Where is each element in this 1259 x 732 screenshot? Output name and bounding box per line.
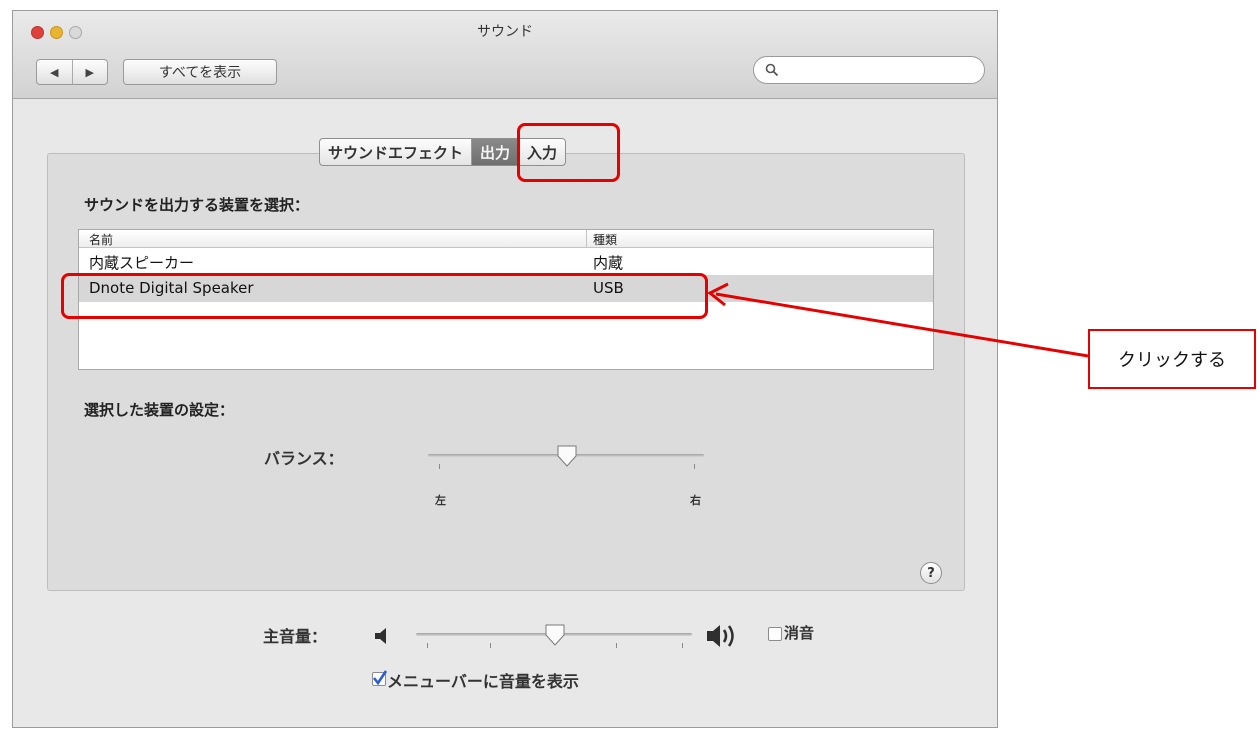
balance-slider[interactable] (428, 444, 704, 484)
device-row-builtin[interactable]: 内蔵スピーカー 内蔵 (79, 248, 933, 275)
tab-highlight-box (517, 123, 620, 182)
forward-button[interactable]: ▶ (71, 60, 108, 84)
search-field[interactable] (753, 56, 985, 84)
speaker-high-icon (707, 625, 734, 647)
device-highlight-box (61, 273, 708, 319)
back-forward-buttons: ◀ ▶ (36, 59, 108, 85)
volume-label: 主音量： (263, 627, 328, 646)
back-button[interactable]: ◀ (37, 60, 72, 84)
title-bar: サウンド ◀ ▶ すべてを表示 (13, 11, 997, 99)
settings-heading: 選択した装置の設定： (84, 401, 235, 419)
tick (694, 464, 695, 469)
output-heading: サウンドを出力する装置を選択： (84, 196, 310, 214)
show-in-menubar-label: メニューバーに音量を表示 (387, 672, 579, 691)
annotation-arrow (707, 282, 1089, 358)
column-header-name[interactable]: 名前 (89, 231, 113, 248)
help-button[interactable]: ? (920, 562, 942, 584)
tick (439, 464, 440, 469)
volume-thumb[interactable] (545, 624, 565, 646)
show-all-button[interactable]: すべてを表示 (123, 59, 277, 85)
balance-label: バランス： (264, 449, 344, 468)
output-panel: サウンドを出力する装置を選択： 名前 種類 内蔵スピーカー 内蔵 Dnote D… (47, 153, 965, 591)
balance-thumb[interactable] (557, 445, 577, 467)
tick (616, 643, 617, 648)
column-header-type[interactable]: 種類 (593, 231, 617, 248)
balance-right-label: 右 (690, 494, 701, 507)
checkmark-icon (372, 670, 388, 686)
volume-slider[interactable] (416, 623, 692, 653)
mute-checkbox[interactable] (768, 627, 782, 641)
mute-label: 消音 (784, 624, 815, 642)
annotation-callout: クリックする (1088, 329, 1256, 389)
sound-preferences-window: サウンド ◀ ▶ すべてを表示 サウンドを出力する装置を選択： 名前 種類 内蔵… (12, 10, 998, 728)
window-title: サウンド (477, 24, 533, 40)
show-in-menubar-checkbox[interactable] (372, 670, 388, 686)
tick (490, 643, 491, 648)
device-type: 内蔵 (593, 254, 624, 272)
column-divider (586, 230, 587, 247)
tab-sound-effects[interactable]: サウンドエフェクト (320, 139, 471, 165)
tab-output[interactable]: 出力 (471, 139, 519, 165)
search-icon (765, 63, 779, 77)
device-name: 内蔵スピーカー (89, 254, 195, 272)
balance-left-label: 左 (435, 494, 446, 507)
tick (682, 643, 683, 648)
table-header: 名前 種類 (79, 230, 933, 248)
speaker-low-icon (375, 628, 386, 644)
tick (427, 643, 428, 648)
